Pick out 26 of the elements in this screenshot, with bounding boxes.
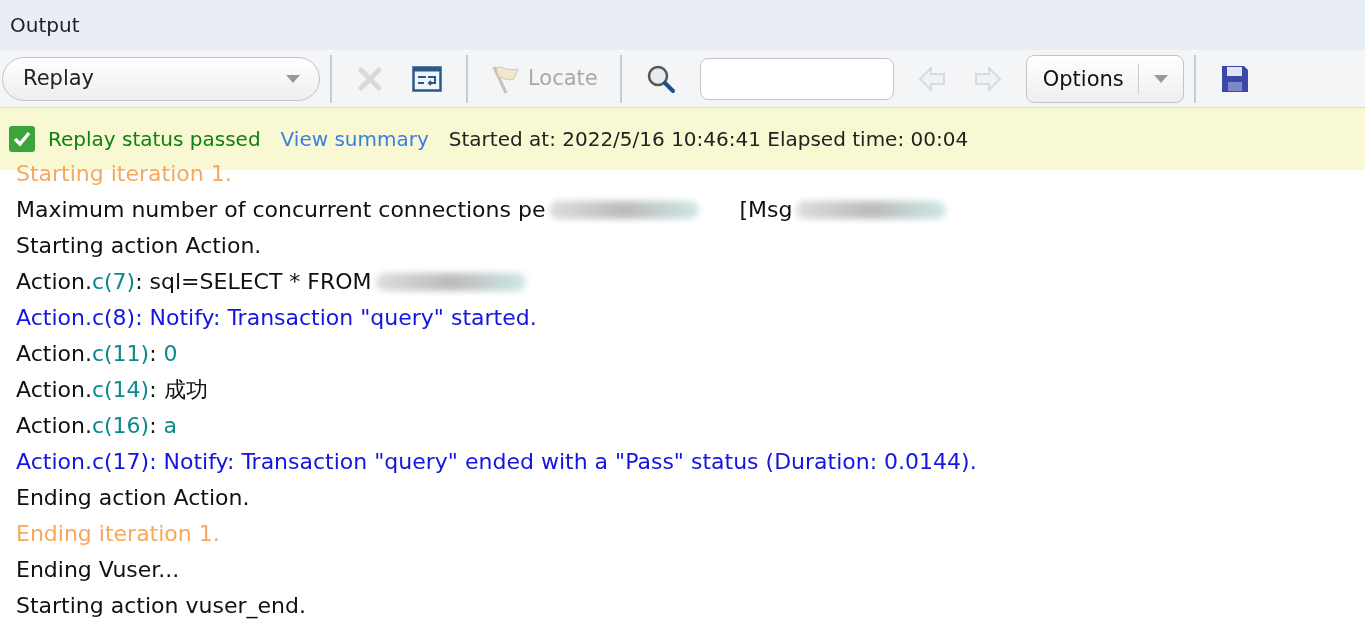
panel-title: Output: [10, 12, 80, 39]
view-summary-link[interactable]: View summary: [280, 124, 429, 154]
status-info: Started at: 2022/5/16 10:46:41 Elapsed time: 00:04: [448, 126, 969, 153]
log-line: [Msg: [739, 196, 793, 224]
log-line: Action.c(11): 0: [16, 340, 178, 368]
save-icon[interactable]: [1219, 63, 1250, 94]
log-line: Maximum number of concurrent connections pe: [16, 196, 546, 224]
replay-dropdown[interactable]: Replay: [2, 56, 320, 101]
caret-icon: [1152, 73, 1169, 84]
search-icon[interactable]: [645, 63, 676, 94]
log-line: Starting action vuser_end.: [16, 592, 306, 621]
log-line: Ending action Action.: [16, 484, 250, 512]
options-button[interactable]: Options: [1025, 54, 1184, 103]
log-line: Action.c(17): Notify: Transaction "query" ended with a "Pass" status (Duration: 0.0144).: [16, 448, 977, 476]
log-line: Ending iteration 1.: [16, 520, 220, 548]
log-line: Starting action Action.: [16, 232, 262, 260]
log-line: Starting iteration 1.: [16, 160, 232, 188]
search-field[interactable]: [699, 57, 894, 100]
log-line: Action.c(7): sql=SELECT * FROM: [16, 268, 372, 296]
wrap-icon[interactable]: [412, 65, 442, 92]
status-message: Replay status passed: [48, 126, 261, 153]
log-line: Action.c(8): Notify: Transaction "query" started.: [16, 304, 537, 332]
log-line: Ending Vuser...: [16, 556, 180, 584]
log-line: Action.c(16): a: [16, 412, 178, 440]
log-line: Action.c(14): 成功: [16, 376, 208, 404]
caret-icon: [285, 73, 301, 84]
